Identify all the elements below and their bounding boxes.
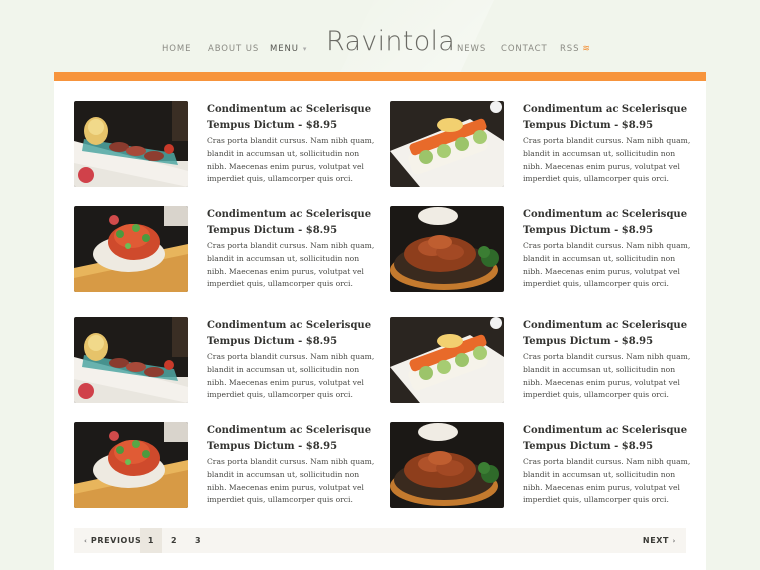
pagination: ‹ PREVIOUS 1 2 3 NEXT ›	[74, 528, 686, 553]
nav-home[interactable]: HOME	[162, 44, 191, 54]
menu-item[interactable]: Condimentum ac Scelerisque Tempus Dictum…	[74, 101, 374, 191]
item-description: Cras porta blandit cursus. Nam nibh quam…	[523, 352, 691, 400]
food-photo-tuna-salad[interactable]	[74, 206, 188, 292]
page-2-button[interactable]: 2	[171, 528, 177, 553]
food-photo-sashimi[interactable]	[74, 317, 188, 403]
item-title[interactable]: Condimentum ac Scelerisque Tempus Dictum…	[207, 318, 377, 350]
menu-item[interactable]: Condimentum ac Scelerisque Tempus Dictum…	[74, 206, 374, 296]
page-3-button[interactable]: 3	[195, 528, 201, 553]
menu-item[interactable]: Condimentum ac Scelerisque Tempus Dictum…	[390, 422, 690, 512]
previous-page-button[interactable]: ‹ PREVIOUS	[84, 528, 141, 553]
menu-item[interactable]: Condimentum ac Scelerisque Tempus Dictum…	[390, 101, 690, 191]
menu-item[interactable]: Condimentum ac Scelerisque Tempus Dictum…	[74, 422, 374, 512]
item-title[interactable]: Condimentum ac Scelerisque Tempus Dictum…	[523, 423, 693, 455]
accent-bar	[54, 72, 706, 81]
item-title[interactable]: Condimentum ac Scelerisque Tempus Dictum…	[207, 207, 377, 239]
next-page-button[interactable]: NEXT ›	[643, 528, 676, 553]
item-description: Cras porta blandit cursus. Nam nibh quam…	[207, 136, 375, 184]
food-photo-tuna-salad[interactable]	[74, 422, 188, 508]
page-1-button[interactable]: 1	[140, 528, 162, 553]
item-title[interactable]: Condimentum ac Scelerisque Tempus Dictum…	[523, 318, 693, 350]
item-title[interactable]: Condimentum ac Scelerisque Tempus Dictum…	[523, 207, 693, 239]
food-photo-sashimi[interactable]	[74, 101, 188, 187]
item-description: Cras porta blandit cursus. Nam nibh quam…	[523, 241, 691, 289]
menu-item[interactable]: Condimentum ac Scelerisque Tempus Dictum…	[390, 317, 690, 407]
item-title[interactable]: Condimentum ac Scelerisque Tempus Dictum…	[207, 423, 377, 455]
chevron-down-icon: ▾	[302, 45, 308, 53]
next-label: NEXT	[642, 536, 670, 545]
site-logo[interactable]: Ravintola	[326, 26, 455, 57]
nav-about-us[interactable]: ABOUT US	[208, 44, 259, 54]
nav-menu-label: MENU	[270, 44, 299, 54]
item-description: Cras porta blandit cursus. Nam nibh quam…	[207, 352, 375, 400]
rss-icon: ≋	[582, 44, 591, 54]
nav-menu[interactable]: MENU ▾	[270, 44, 307, 54]
nav-contact[interactable]: CONTACT	[501, 44, 548, 54]
food-photo-teriyaki[interactable]	[390, 422, 504, 508]
item-description: Cras porta blandit cursus. Nam nibh quam…	[207, 241, 375, 289]
nav-rss-label: RSS	[560, 44, 580, 54]
nav-rss[interactable]: RSS ≋	[560, 44, 591, 54]
item-title[interactable]: Condimentum ac Scelerisque Tempus Dictum…	[207, 102, 377, 134]
item-description: Cras porta blandit cursus. Nam nibh quam…	[207, 457, 375, 505]
chevron-right-icon: ›	[672, 537, 676, 545]
chevron-left-icon: ‹	[84, 537, 88, 545]
nav-news[interactable]: NEWS	[457, 44, 486, 54]
food-photo-teriyaki[interactable]	[390, 206, 504, 292]
item-title[interactable]: Condimentum ac Scelerisque Tempus Dictum…	[523, 102, 693, 134]
menu-item[interactable]: Condimentum ac Scelerisque Tempus Dictum…	[74, 317, 374, 407]
item-description: Cras porta blandit cursus. Nam nibh quam…	[523, 457, 691, 505]
previous-label: PREVIOUS	[90, 536, 142, 545]
food-photo-sushi-roll[interactable]	[390, 101, 504, 187]
site-header: HOME ABOUT US MENU ▾ Ravintola NEWS CONTA…	[0, 0, 760, 72]
item-description: Cras porta blandit cursus. Nam nibh quam…	[523, 136, 691, 184]
menu-item[interactable]: Condimentum ac Scelerisque Tempus Dictum…	[390, 206, 690, 296]
food-photo-sushi-roll[interactable]	[390, 317, 504, 403]
